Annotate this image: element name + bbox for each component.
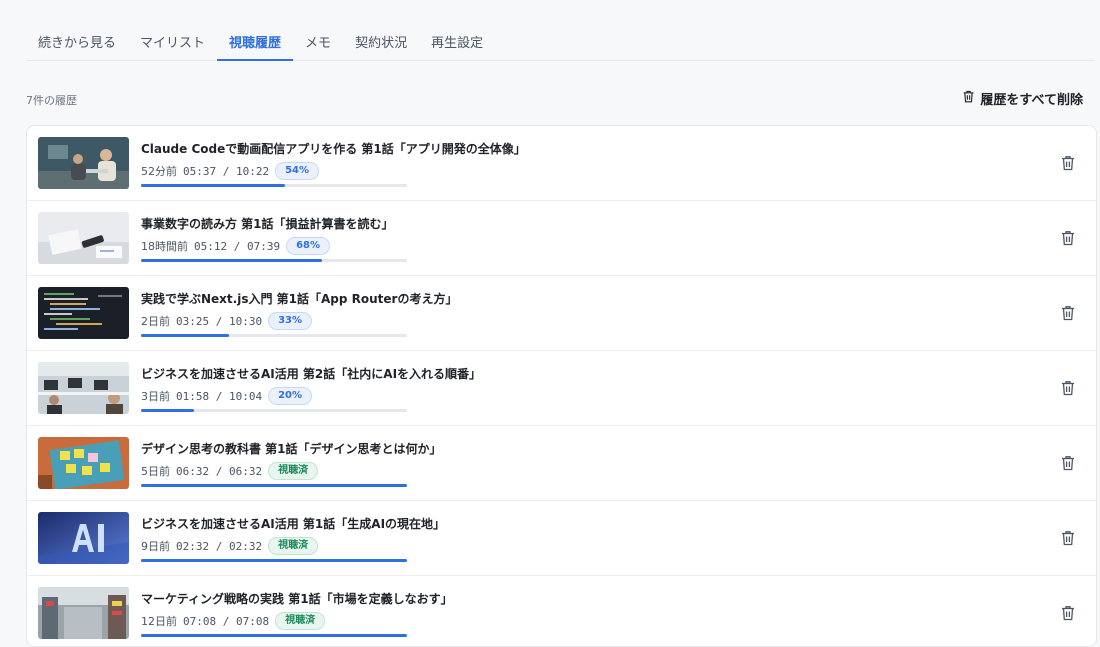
history-item[interactable]: 事業数字の読み方 第1話「損益計算書を読む」 18時間前 05:12 / 07:… (27, 201, 1096, 276)
video-thumbnail[interactable] (38, 137, 129, 189)
video-thumbnail[interactable] (38, 287, 129, 339)
history-item[interactable]: Claude Codeで動画配信アプリを作る 第1話「アプリ開発の全体像」 52… (27, 126, 1096, 201)
delete-item-button[interactable] (1061, 530, 1077, 546)
watch-time: 05:12 / 07:39 (194, 239, 281, 253)
watch-time: 05:37 / 10:22 (183, 164, 270, 178)
delete-all-history-button[interactable]: 履歴をすべて削除 (962, 89, 1083, 108)
trash-icon (1061, 380, 1077, 396)
watched-ago: 2日前 (141, 315, 170, 328)
tab-mylist[interactable]: マイリスト (128, 22, 217, 60)
history-page: 続きから見る マイリスト 視聴履歴 メモ 契約状況 再生設定 7件の履歴 履歴を… (0, 0, 1100, 647)
tab-playback-settings[interactable]: 再生設定 (419, 22, 495, 60)
trash-icon (1061, 305, 1077, 321)
watch-meta: 52分前 05:37 / 10:22 54% (141, 162, 320, 180)
history-count: 7件の履歴 (26, 94, 77, 107)
progress-fill (141, 184, 285, 187)
watch-meta: 18時間前 05:12 / 07:39 68% (141, 237, 331, 255)
progress-fill (141, 334, 229, 337)
watched-badge: 視聴済 (268, 462, 319, 480)
watched-ago: 9日前 (141, 540, 170, 553)
watched-ago: 12日前 (141, 615, 177, 628)
watch-meta: 2日前 03:25 / 10:30 33% (141, 312, 313, 330)
trash-icon (1061, 230, 1077, 246)
watch-time: 06:32 / 06:32 (176, 464, 263, 478)
trash-icon (962, 90, 975, 107)
video-title[interactable]: Claude Codeで動画配信アプリを作る 第1話「アプリ開発の全体像」 (141, 140, 526, 157)
progress-bar (141, 634, 407, 637)
video-title[interactable]: マーケティング戦略の実践 第1話「市場を定義しなおす」 (141, 590, 453, 607)
video-thumbnail[interactable] (38, 587, 129, 639)
delete-item-button[interactable] (1061, 380, 1077, 396)
watch-time: 02:32 / 02:32 (176, 539, 263, 553)
progress-bar (141, 334, 407, 337)
tab-bar: 続きから見る マイリスト 視聴履歴 メモ 契約状況 再生設定 (26, 22, 1095, 61)
watch-meta: 12日前 07:08 / 07:08 視聴済 (141, 612, 326, 630)
progress-bar (141, 259, 407, 262)
watch-meta: 9日前 02:32 / 02:32 視聴済 (141, 537, 319, 555)
video-thumbnail[interactable] (38, 362, 129, 414)
watched-badge: 視聴済 (268, 537, 319, 555)
progress-badge: 20% (268, 387, 313, 405)
video-title[interactable]: ビジネスを加速させるAI活用 第2話「社内にAIを入れる順番」 (141, 365, 481, 382)
watched-ago: 52分前 (141, 165, 177, 178)
video-title[interactable]: デザイン思考の教科書 第1話「デザイン思考とは何か」 (141, 440, 442, 457)
watch-meta: 5日前 06:32 / 06:32 視聴済 (141, 462, 319, 480)
delete-item-button[interactable] (1061, 230, 1077, 246)
progress-bar (141, 184, 407, 187)
tab-continue[interactable]: 続きから見る (26, 22, 128, 60)
progress-fill (141, 634, 407, 637)
progress-badge: 33% (268, 312, 313, 330)
video-thumbnail[interactable] (38, 212, 129, 264)
progress-bar (141, 559, 407, 562)
progress-fill (141, 409, 195, 412)
trash-icon (1061, 530, 1077, 546)
delete-item-button[interactable] (1061, 155, 1077, 171)
tab-contract[interactable]: 契約状況 (343, 22, 419, 60)
watched-ago: 3日前 (141, 390, 170, 403)
progress-fill (141, 259, 322, 262)
watched-ago: 5日前 (141, 465, 170, 478)
progress-badge: 54% (275, 162, 320, 180)
progress-bar (141, 484, 407, 487)
watch-meta: 3日前 01:58 / 10:04 20% (141, 387, 313, 405)
video-thumbnail[interactable] (38, 437, 129, 489)
progress-bar (141, 409, 407, 412)
video-title[interactable]: ビジネスを加速させるAI活用 第1話「生成AIの現在地」 (141, 515, 445, 532)
history-item[interactable]: 実践で学ぶNext.js入門 第1話「App Routerの考え方」 2日前 0… (27, 276, 1096, 351)
video-title[interactable]: 実践で学ぶNext.js入門 第1話「App Routerの考え方」 (141, 290, 457, 307)
history-list: Claude Codeで動画配信アプリを作る 第1話「アプリ開発の全体像」 52… (26, 125, 1097, 647)
progress-fill (141, 484, 407, 487)
watch-time: 07:08 / 07:08 (183, 614, 270, 628)
history-item[interactable]: ビジネスを加速させるAI活用 第1話「生成AIの現在地」 9日前 02:32 /… (27, 501, 1096, 576)
watched-badge: 視聴済 (275, 612, 326, 630)
progress-fill (141, 559, 407, 562)
video-thumbnail[interactable] (38, 512, 129, 564)
trash-icon (1061, 455, 1077, 471)
history-item[interactable]: デザイン思考の教科書 第1話「デザイン思考とは何か」 5日前 06:32 / 0… (27, 426, 1096, 501)
tab-history[interactable]: 視聴履歴 (217, 22, 294, 61)
watch-time: 03:25 / 10:30 (176, 314, 263, 328)
history-item[interactable]: ビジネスを加速させるAI活用 第2話「社内にAIを入れる順番」 3日前 01:5… (27, 351, 1096, 426)
watch-time: 01:58 / 10:04 (176, 389, 263, 403)
video-title[interactable]: 事業数字の読み方 第1話「損益計算書を読む」 (141, 215, 394, 232)
history-item[interactable]: マーケティング戦略の実践 第1話「市場を定義しなおす」 12日前 07:08 /… (27, 576, 1096, 646)
delete-item-button[interactable] (1061, 305, 1077, 321)
watched-ago: 18時間前 (141, 240, 188, 253)
delete-item-button[interactable] (1061, 455, 1077, 471)
trash-icon (1061, 155, 1077, 171)
delete-all-label: 履歴をすべて削除 (980, 93, 1083, 108)
tab-memo[interactable]: メモ (293, 22, 343, 60)
progress-badge: 68% (286, 237, 331, 255)
